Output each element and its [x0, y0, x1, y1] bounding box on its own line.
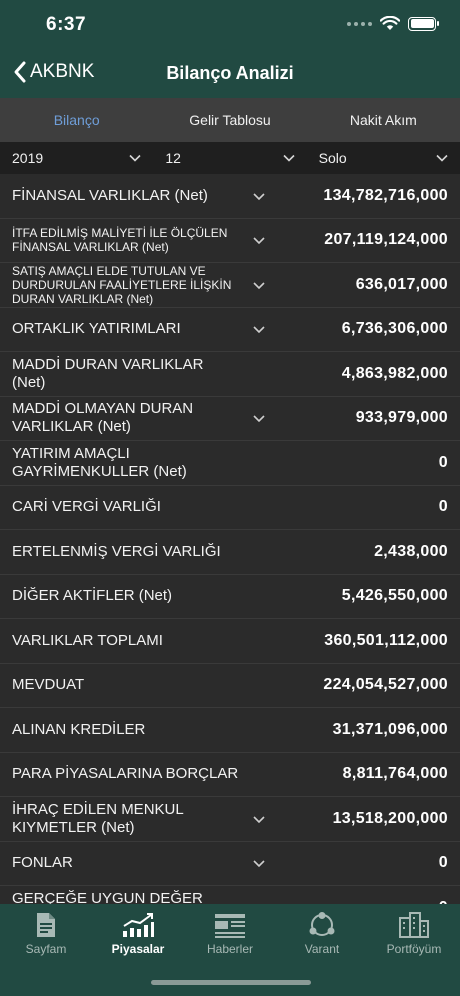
row-value: 224,054,527,000	[323, 676, 448, 694]
row-label: ALINAN KREDİLER	[12, 720, 146, 738]
row-value: 0	[438, 453, 448, 471]
tabbar-label: Varant	[304, 942, 340, 956]
table-row: ERTELENMİŞ VERGİ VARLIĞI 2,438,000	[0, 530, 460, 575]
row-label: MEVDUAT	[12, 676, 85, 694]
row-label: CARİ VERGİ VARLIĞI	[12, 498, 161, 516]
statement-tabs: Bilanço Gelir Tablosu Nakit Akım	[0, 98, 460, 142]
row-label: İHRAÇ EDİLEN MENKUL KIYMETLER (Net)	[12, 800, 184, 836]
tab-gelir-tablosu[interactable]: Gelir Tablosu	[153, 98, 306, 142]
bottom-tab-bar: Sayfam Piyasalar Haberler Varant Portföy…	[0, 904, 460, 996]
table-row[interactable]: FONLAR 0	[0, 841, 460, 886]
row-label: FİNANSAL VARLIKLAR (Net)	[12, 186, 208, 204]
row-value: 933,979,000	[355, 409, 448, 427]
home-indicator	[151, 980, 311, 985]
row-label: VARLIKLAR TOPLAMI	[12, 631, 163, 649]
row-value: 5,426,550,000	[341, 587, 448, 605]
table-row: GERÇEĞE UYGUN DEĞER FARKI KAR0	[0, 886, 460, 904]
document-icon	[37, 913, 55, 937]
tabbar-item-varant[interactable]: Varant	[276, 904, 368, 964]
wifi-icon	[380, 16, 400, 30]
table-row: VARLIKLAR TOPLAMI 360,501,112,000	[0, 619, 460, 664]
status-time: 6:37	[46, 14, 87, 35]
row-label: GERÇEĞE UYGUN DEĞER FARKI KAR	[12, 889, 203, 904]
network-icon	[309, 912, 335, 936]
row-label: FONLAR	[12, 854, 73, 872]
row-value: 0	[438, 498, 448, 516]
chevron-down-icon[interactable]	[253, 813, 265, 825]
row-value: 636,017,000	[355, 275, 448, 293]
nav-bar: AKBNK Bilanço Analizi	[0, 50, 460, 98]
tabbar-label: Piyasalar	[111, 942, 165, 956]
chevron-down-icon[interactable]	[253, 323, 265, 335]
row-value: 8,811,764,000	[342, 765, 448, 783]
chevron-down-icon	[129, 154, 141, 162]
chart-icon	[123, 913, 154, 937]
tab-bilanco[interactable]: Bilanço	[0, 98, 153, 142]
table-row[interactable]: SATIŞ AMAÇLI ELDE TUTULAN VE DURDURULAN …	[0, 263, 460, 308]
tabbar-item-portfoyum[interactable]: Portföyüm	[368, 904, 460, 964]
table-row: DİĞER AKTİFLER (Net) 5,426,550,000	[0, 574, 460, 619]
row-label: YATIRIM AMAÇLI GAYRİMENKULLER (Net)	[12, 444, 187, 480]
tabbar-item-sayfam[interactable]: Sayfam	[0, 904, 92, 964]
table-row: CARİ VERGİ VARLIĞI 0	[0, 485, 460, 530]
row-label: MADDİ DURAN VARLIKLAR (Net)	[12, 355, 204, 391]
tabbar-item-haberler[interactable]: Haberler	[184, 904, 276, 964]
balance-sheet-list: FİNANSAL VARLIKLAR (Net) 134,782,716,000 İ…	[0, 174, 460, 904]
chevron-down-icon[interactable]	[253, 857, 265, 869]
row-value: 2,438,000	[374, 542, 448, 560]
tabbar-label: Sayfam	[25, 942, 67, 956]
filter-bar: 2019 12 Solo	[0, 142, 460, 174]
chevron-down-icon[interactable]	[253, 190, 265, 202]
status-icons	[347, 16, 439, 31]
chevron-down-icon	[436, 154, 448, 162]
table-row: MADDİ DURAN VARLIKLAR (Net) 4,863,982,000	[0, 352, 460, 397]
tabbar-item-piyasalar[interactable]: Piyasalar	[92, 904, 184, 964]
type-select[interactable]: Solo	[307, 142, 460, 174]
row-value: 360,501,112,000	[324, 631, 448, 649]
table-row: ALINAN KREDİLER 31,371,096,000	[0, 708, 460, 753]
status-bar: 6:37	[0, 0, 460, 50]
type-select-value: Solo	[318, 150, 347, 166]
page-title: Bilanço Analizi	[166, 63, 294, 83]
row-label: ERTELENMİŞ VERGİ VARLIĞI	[12, 542, 221, 560]
signal-icon	[347, 21, 372, 26]
tab-nakit-akim[interactable]: Nakit Akım	[307, 98, 460, 142]
table-row[interactable]: İHRAÇ EDİLEN MENKUL KIYMETLER (Net) 13,51…	[0, 797, 460, 842]
row-label: PARA PİYASALARINA BORÇLAR	[12, 765, 239, 783]
year-select-value: 2019	[12, 150, 44, 166]
row-value: 13,518,200,000	[332, 809, 448, 827]
buildings-icon	[399, 912, 429, 938]
year-select[interactable]: 2019	[0, 142, 153, 174]
period-select[interactable]: 12	[153, 142, 306, 174]
tabbar-label: Haberler	[206, 942, 254, 956]
row-label: MADDİ OLMAYAN DURAN VARLIKLAR (Net)	[12, 400, 194, 436]
row-value: 6,736,306,000	[341, 320, 448, 338]
row-value: 4,863,982,000	[341, 364, 448, 382]
chevron-down-icon	[283, 154, 295, 162]
row-value: 0	[438, 854, 448, 872]
table-row: YATIRIM AMAÇLI GAYRİMENKULLER (Net) 0	[0, 441, 460, 486]
period-select-value: 12	[165, 150, 181, 166]
row-label: ORTAKLIK YATIRIMLARI	[12, 320, 181, 338]
table-row: PARA PİYASALARINA BORÇLAR 8,811,764,000	[0, 752, 460, 797]
row-label: DİĞER AKTİFLER (Net)	[12, 587, 173, 605]
table-row[interactable]: MADDİ OLMAYAN DURAN VARLIKLAR (Net) 933,9…	[0, 396, 460, 441]
table-row: MEVDUAT 224,054,527,000	[0, 663, 460, 708]
row-label: İTFA EDİLMİŞ MALİYETİ İLE ÖLÇÜLEN FİNANS…	[12, 226, 228, 255]
row-value: 31,371,096,000	[332, 720, 448, 738]
newspaper-icon	[215, 914, 245, 938]
table-row[interactable]: İTFA EDİLMİŞ MALİYETİ İLE ÖLÇÜLEN FİNANS…	[0, 218, 460, 263]
chevron-down-icon[interactable]	[253, 279, 265, 291]
row-value: 134,782,716,000	[323, 186, 448, 204]
row-value: 207,119,124,000	[324, 231, 448, 249]
row-label: SATIŞ AMAÇLI ELDE TUTULAN VE DURDURULAN …	[12, 263, 232, 306]
battery-icon	[408, 16, 439, 31]
table-row[interactable]: ORTAKLIK YATIRIMLARI 6,736,306,000	[0, 307, 460, 352]
chevron-down-icon[interactable]	[253, 234, 265, 246]
chevron-down-icon[interactable]	[253, 412, 265, 424]
tabbar-label: Portföyüm	[386, 942, 442, 956]
table-row[interactable]: FİNANSAL VARLIKLAR (Net) 134,782,716,000	[0, 174, 460, 219]
